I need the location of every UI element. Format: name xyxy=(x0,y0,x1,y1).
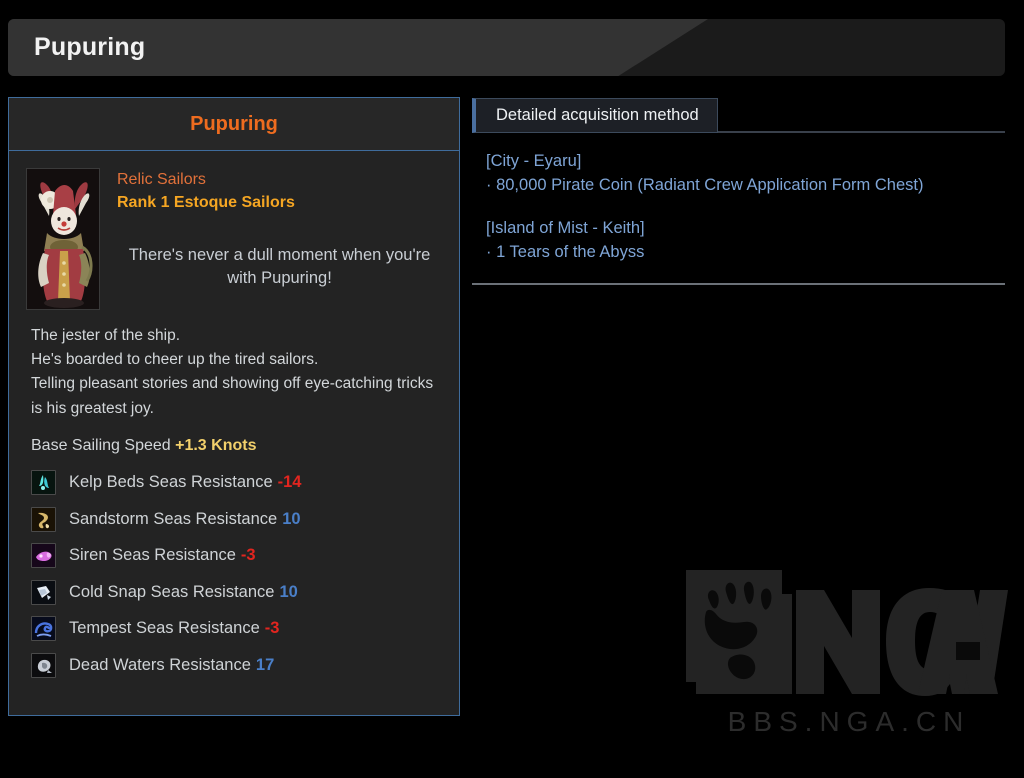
resistance-label: Kelp Beds Seas Resistance xyxy=(69,473,273,492)
acquisition-content: [City - Eyaru] · 80,000 Pirate Coin (Radi… xyxy=(472,133,1005,265)
resistance-label: Cold Snap Seas Resistance xyxy=(69,582,275,601)
resistance-value: -14 xyxy=(277,473,302,492)
character-panel-body: Relic Sailors Rank 1 Estoque Sailors The… xyxy=(9,151,459,684)
acquisition-item: · 80,000 Pirate Coin (Radiant Crew Appli… xyxy=(486,176,924,195)
resistance-row: Dead Waters Resistance 17 xyxy=(31,647,459,684)
acquisition-location: [Island of Mist - Keith] xyxy=(486,218,645,237)
resistance-value: -3 xyxy=(264,619,280,638)
nga-watermark: BBS.NGA.CN xyxy=(684,566,1014,751)
faction-label: Relic Sailors xyxy=(117,171,206,188)
acquisition-location: [City - Eyaru] xyxy=(486,152,582,170)
flavor-text: There's never a dull moment when you're … xyxy=(128,246,431,288)
watermark-text: BBS.NGA.CN xyxy=(727,706,971,737)
rank-label: Rank 1 Estoque Sailors xyxy=(117,194,295,212)
resistance-label: Tempest Seas Resistance xyxy=(69,619,260,638)
resistance-row: Sandstorm Seas Resistance 10 xyxy=(31,501,459,538)
resistance-label: Dead Waters Resistance xyxy=(69,655,251,674)
resistance-value: 17 xyxy=(255,655,275,674)
character-summary-row: Relic Sailors Rank 1 Estoque Sailors The… xyxy=(9,151,459,310)
resistance-value: -3 xyxy=(240,546,256,565)
kelp-icon xyxy=(31,470,56,496)
resistance-value: 10 xyxy=(279,582,298,601)
resistance-row: Kelp Beds Seas Resistance -14 xyxy=(31,465,459,502)
resistance-value: 10 xyxy=(282,509,301,528)
tempest-icon xyxy=(31,616,56,642)
acquisition-item: · 1 Tears of the Abyss xyxy=(486,243,645,262)
sandstorm-icon xyxy=(31,506,56,532)
base-sailing-speed-label: Base Sailing Speed xyxy=(31,436,171,454)
resistance-row: Siren Seas Resistance -3 xyxy=(31,538,459,575)
character-description: The jester of the ship. He's boarded to c… xyxy=(31,327,434,417)
acquisition-divider xyxy=(472,282,1005,285)
deadwaters-icon xyxy=(31,652,56,678)
tab-detailed-acquisition-method[interactable]: Detailed acquisition method xyxy=(472,98,718,133)
acquisition-group: [City - Eyaru] · 80,000 Pirate Coin (Radi… xyxy=(486,149,1001,198)
character-portrait xyxy=(26,168,100,310)
resistance-list: Kelp Beds Seas Resistance -14 Sandstorm Se… xyxy=(9,455,459,684)
resistance-label: Siren Seas Resistance xyxy=(69,546,236,565)
base-sailing-speed-value: +1.3 Knots xyxy=(175,436,257,454)
character-name-header: Pupuring xyxy=(9,98,459,151)
app-root: Pupuring Pupuring Relic Sailors Rank 1 E… xyxy=(0,0,1024,778)
base-sailing-speed-row: Base Sailing Speed +1.3 Knots xyxy=(9,421,459,455)
page-title: Pupuring xyxy=(34,33,146,61)
resistance-label: Sandstorm Seas Resistance xyxy=(69,509,278,528)
acquisition-panel: Detailed acquisition method [City - Eyar… xyxy=(472,98,1005,285)
character-info-panel: Pupuring Relic Sailors Rank 1 Estoque Sa… xyxy=(8,97,460,716)
header-bar: Pupuring xyxy=(8,19,1005,76)
resistance-row: Cold Snap Seas Resistance 10 xyxy=(31,574,459,611)
nga-bear-paw-logo-icon xyxy=(686,570,1008,696)
character-text-info: Relic Sailors Rank 1 Estoque Sailors The… xyxy=(100,168,442,310)
jester-portrait-icon xyxy=(27,169,99,309)
tab-strip: Detailed acquisition method xyxy=(472,98,1005,133)
acquisition-group: [Island of Mist - Keith] · 1 Tears of the… xyxy=(486,216,1001,265)
siren-icon xyxy=(31,543,56,569)
coldsnap-icon xyxy=(31,579,56,605)
resistance-row: Tempest Seas Resistance -3 xyxy=(31,611,459,648)
